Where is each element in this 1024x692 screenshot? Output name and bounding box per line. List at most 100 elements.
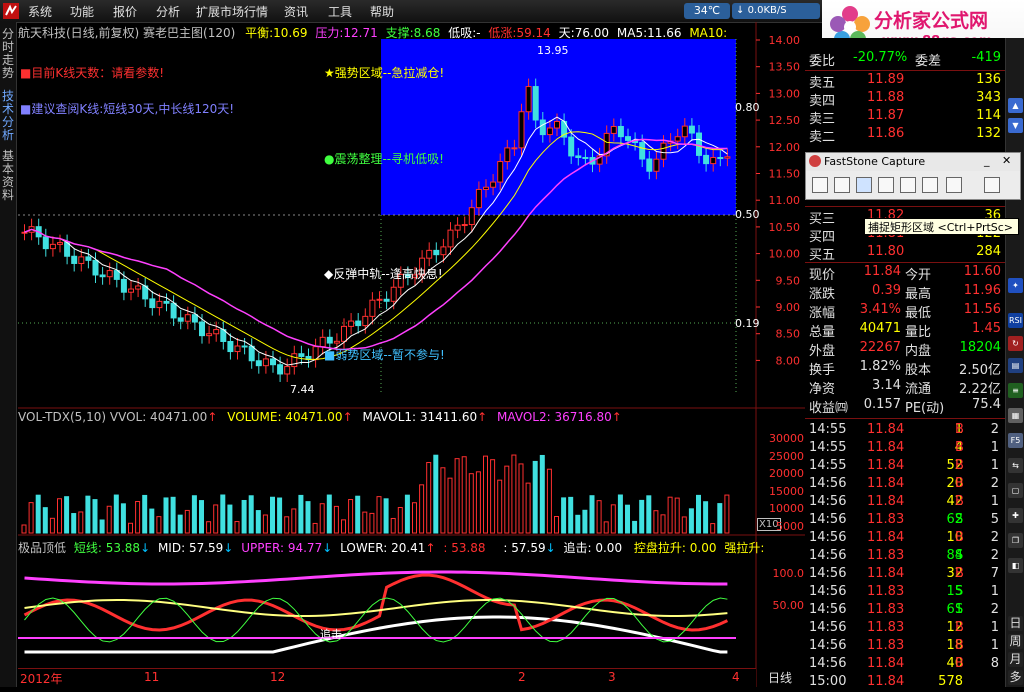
candle xyxy=(681,125,688,138)
candle xyxy=(447,229,454,248)
candle xyxy=(483,186,489,190)
candle xyxy=(298,353,305,357)
annot-shock: ●震荡整理--寻机低吸! xyxy=(324,152,444,166)
tick-side: S xyxy=(955,548,964,563)
panel-divider xyxy=(805,70,1005,71)
page-icon[interactable]: ▢ xyxy=(1008,483,1023,498)
ask-volume: 343 xyxy=(976,90,1001,105)
tick-time: 14:56 xyxy=(809,566,847,581)
tick-row: 14:56 11.83 61 S 2 xyxy=(805,602,1005,620)
refresh-icon[interactable]: ↻ xyxy=(1008,336,1023,351)
stat-value: 2.22亿 xyxy=(959,382,1001,397)
volume-bar xyxy=(220,494,226,534)
volume-bar xyxy=(270,496,275,534)
zhicheng-value: 8.68 xyxy=(413,26,441,40)
capture-window-icon[interactable] xyxy=(812,177,828,193)
period-multi-button[interactable]: 多 xyxy=(1008,670,1023,685)
tick-row: 14:56 11.84 40 B 8 xyxy=(805,656,1005,674)
f5-button[interactable]: F5 xyxy=(1008,433,1023,448)
minimize-icon[interactable]: _ xyxy=(984,154,990,167)
capture-fullscreen-icon[interactable] xyxy=(900,177,916,193)
dixi-label: 低吸: xyxy=(448,26,477,40)
ind-upper-line xyxy=(24,570,728,586)
faststone-title: FastStone Capture xyxy=(824,155,926,168)
volume-bar xyxy=(184,509,190,534)
capture-options-icon[interactable] xyxy=(984,177,1000,193)
candle xyxy=(241,345,248,348)
vol-tick: 10000 xyxy=(769,502,804,515)
ask-price: 11.86 xyxy=(867,126,905,141)
faststone-capture-window: FastStone Capture _ ✕ xyxy=(805,152,1021,200)
stock-title: 航天科技(日线,前复权) xyxy=(18,26,140,40)
ind-upper: UPPER: 94.77 xyxy=(241,541,323,555)
tick-price: 11.84 xyxy=(867,458,905,473)
ind-v2: : 57.59 xyxy=(503,541,546,555)
swap-icon[interactable]: ⇆ xyxy=(1008,458,1023,473)
tick-side: B xyxy=(955,440,964,455)
stat-value: 0.39 xyxy=(872,283,901,298)
list-icon[interactable]: ≡ xyxy=(1008,383,1023,398)
volume-bar xyxy=(291,508,297,534)
chart-icon[interactable]: ▤ xyxy=(1008,358,1023,373)
candle xyxy=(582,156,589,159)
bid-row: 买五 11.80 284 xyxy=(805,244,1005,263)
candle xyxy=(724,156,731,159)
candle xyxy=(646,158,653,172)
candle xyxy=(696,132,702,156)
period-day-button[interactable]: 日 xyxy=(1008,616,1023,631)
tick-time: 14:56 xyxy=(809,656,847,671)
price-tick: 10.50 xyxy=(769,221,801,234)
grid-icon[interactable]: ▦ xyxy=(1008,408,1023,423)
price-tick: 11.00 xyxy=(769,194,801,207)
ind-strong-up: 强拉升: xyxy=(724,541,765,555)
capture-settings-icon[interactable] xyxy=(946,177,962,193)
volume-bar xyxy=(419,484,425,534)
scroll-down-icon[interactable]: ▼ xyxy=(1008,118,1023,133)
volume-bar xyxy=(518,463,524,534)
stat-label: 今开 xyxy=(905,268,932,283)
panel-divider xyxy=(805,206,1005,207)
ask-row: 卖二 11.86 132 xyxy=(805,126,1005,145)
capture-object-icon[interactable] xyxy=(834,177,850,193)
tick-price: 11.84 xyxy=(867,656,905,671)
rsi-button[interactable]: RSI xyxy=(1008,313,1023,328)
capture-scroll-icon[interactable] xyxy=(922,177,938,193)
period-text: 日线 xyxy=(768,671,793,685)
candle xyxy=(454,224,461,231)
vol-tick: 30000 xyxy=(769,432,804,445)
vol-mavol1: MAVOL1: 31411.60 xyxy=(362,410,478,424)
period-month-button[interactable]: 月 xyxy=(1008,652,1023,667)
candle xyxy=(355,320,362,327)
tick-count: 2 xyxy=(990,548,999,563)
tick-row: 14:56 11.83 84 S 2 xyxy=(805,548,1005,566)
faststone-titlebar[interactable]: FastStone Capture _ ✕ xyxy=(806,153,1020,171)
tick-count: 1 xyxy=(990,620,999,635)
scroll-up-icon[interactable]: ▲ xyxy=(1008,98,1023,113)
price-axis: 14.00 13.50 13.00 12.50 12.00 11.50 11.00 10.50… xyxy=(756,34,800,367)
candle xyxy=(475,188,482,209)
candle xyxy=(653,158,660,172)
weicha-label: 委差 xyxy=(915,54,942,69)
volume-bar xyxy=(135,501,141,534)
tick-row: 14:55 11.84 1 B 2 xyxy=(805,422,1005,440)
volume-bar xyxy=(49,517,55,534)
candle xyxy=(206,333,213,337)
capture-rect-icon[interactable] xyxy=(856,177,872,193)
stat-label: 股本 xyxy=(905,363,932,378)
ind-tick-100: 100.0 xyxy=(772,567,805,580)
tick-count: 7 xyxy=(990,566,999,581)
copy-icon[interactable]: ❐ xyxy=(1008,533,1023,548)
capture-freehand-icon[interactable] xyxy=(878,177,894,193)
zoom-icon[interactable]: ✦ xyxy=(1008,278,1023,293)
volume-bar xyxy=(688,508,694,534)
close-icon[interactable]: ✕ xyxy=(1002,154,1011,167)
lock-icon[interactable]: ◧ xyxy=(1008,558,1023,573)
candle xyxy=(326,336,333,344)
volume-bar xyxy=(490,459,496,534)
tick-time: 14:56 xyxy=(809,638,847,653)
stat-label: 现价 xyxy=(809,268,836,283)
period-week-button[interactable]: 周 xyxy=(1008,634,1023,649)
period-label[interactable]: 日线 xyxy=(756,668,805,687)
ask-volume: 114 xyxy=(976,108,1001,123)
cross-icon[interactable]: ✚ xyxy=(1008,508,1023,523)
